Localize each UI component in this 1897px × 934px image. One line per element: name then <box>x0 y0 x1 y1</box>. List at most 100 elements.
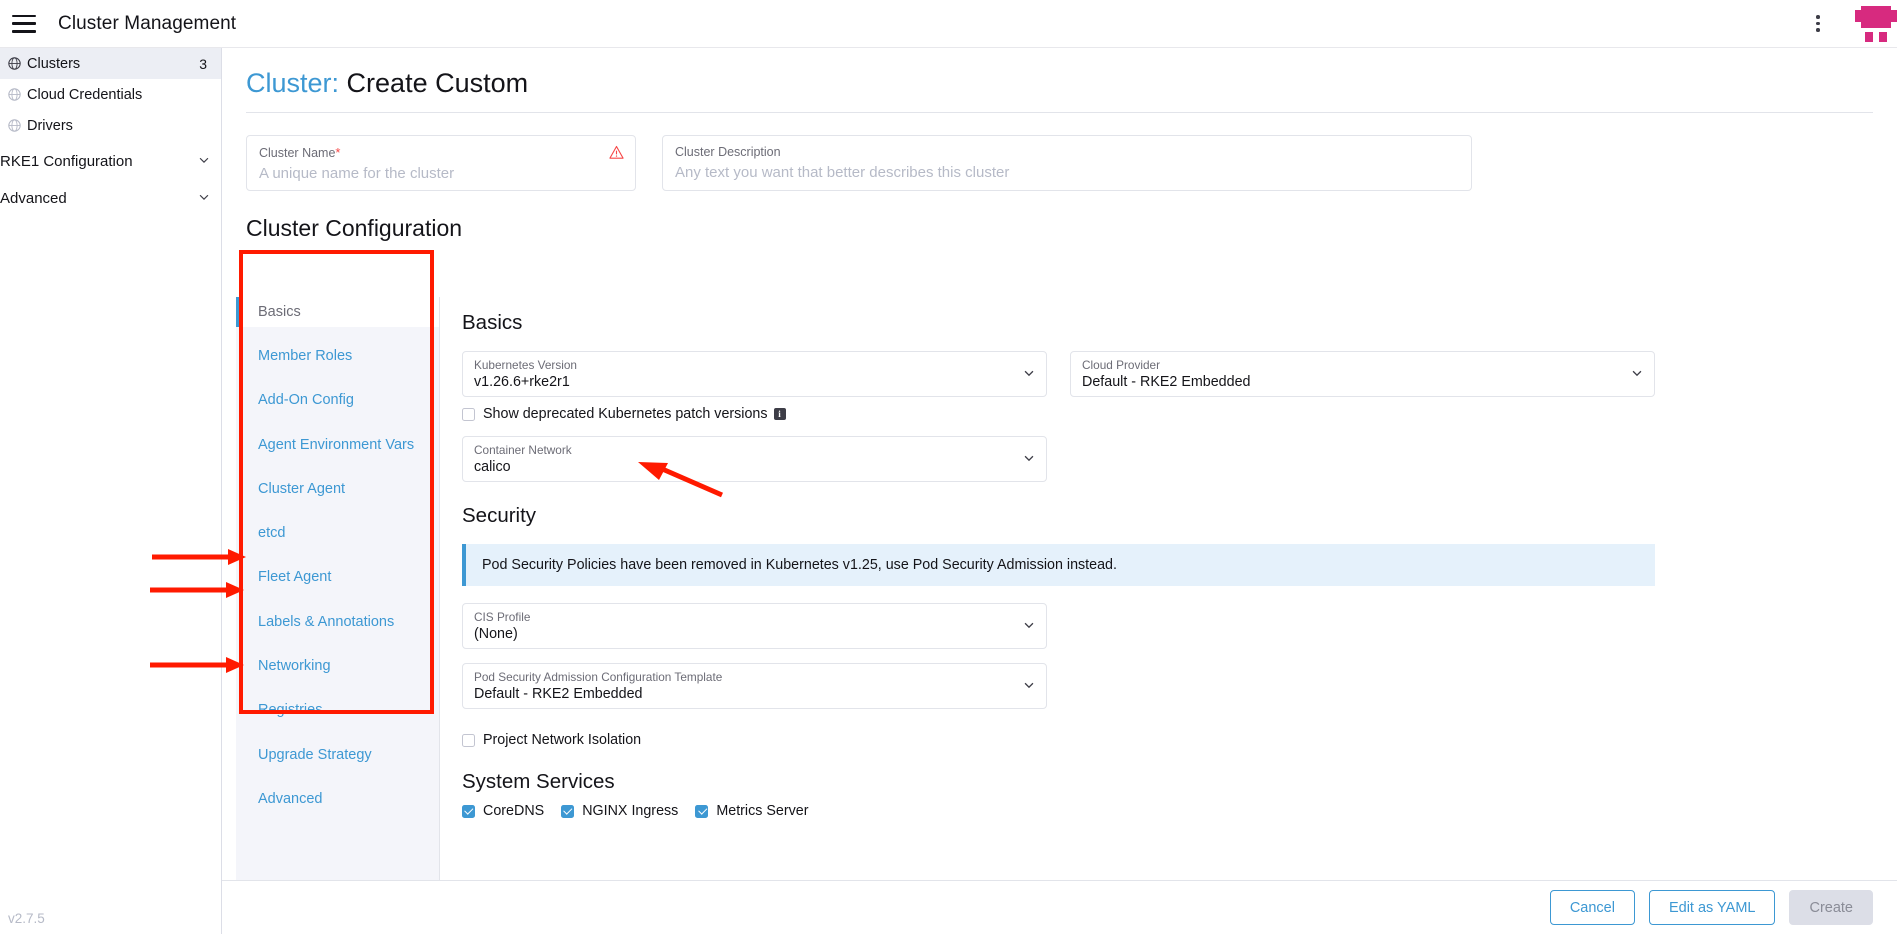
tab-upgrade-strategy[interactable]: Upgrade Strategy <box>236 740 439 770</box>
tab-gap <box>236 327 439 342</box>
kubernetes-version-value: v1.26.6+rke2r1 <box>474 374 570 390</box>
system-service-nginx-ingress[interactable]: NGINX Ingress <box>561 803 678 819</box>
kebab-menu-icon[interactable] <box>1801 7 1835 41</box>
security-heading: Security <box>462 504 537 527</box>
container-network-select[interactable]: Container Network calico <box>462 436 1047 482</box>
container-network-label: Container Network <box>474 443 572 457</box>
metrics-server-checkbox[interactable] <box>695 804 709 818</box>
tab-gap <box>236 415 439 430</box>
cloud-provider-select[interactable]: Cloud Provider Default - RKE2 Embedded <box>1070 351 1655 397</box>
cluster-name-field[interactable]: Cluster Name* A unique name for the clus… <box>246 135 636 191</box>
cluster-description-field[interactable]: Cluster Description Any text you want th… <box>662 135 1472 191</box>
psa-template-select[interactable]: Pod Security Admission Configuration Tem… <box>462 663 1047 709</box>
create-button[interactable]: Create <box>1789 890 1873 925</box>
sidebar-group-advanced[interactable]: Advanced <box>0 182 221 215</box>
cis-profile-value: (None) <box>474 626 518 642</box>
basics-row-2: Container Network calico <box>462 436 1871 482</box>
basics-row-1: Kubernetes Version v1.26.6+rke2r1 Cloud … <box>462 351 1871 397</box>
tab-gap <box>236 459 439 474</box>
tab-basics[interactable]: Basics <box>236 297 439 327</box>
tab-etcd[interactable]: etcd <box>236 518 439 548</box>
chevron-down-icon[interactable] <box>1022 678 1036 697</box>
rancher-logo-icon[interactable] <box>1855 4 1897 44</box>
globe-icon <box>8 57 21 70</box>
sidebar-item-drivers[interactable]: Drivers <box>0 110 221 141</box>
info-icon[interactable]: i <box>773 408 786 420</box>
system-service-metrics-server[interactable]: Metrics Server <box>695 803 808 819</box>
project-network-isolation-label: Project Network Isolation <box>483 732 642 748</box>
psa-template-value: Default - RKE2 Embedded <box>474 686 643 702</box>
tab-registries[interactable]: Registries <box>236 696 439 726</box>
top-header-actions <box>1801 0 1897 48</box>
system-service-coredns[interactable]: CoreDNS <box>462 803 544 819</box>
cloud-provider-value: Default - RKE2 Embedded <box>1082 374 1251 390</box>
cluster-name-label: Cluster Name* <box>259 145 341 160</box>
cis-profile-select[interactable]: CIS Profile (None) <box>462 603 1047 649</box>
top-header-bar: Cluster Management <box>0 0 1897 48</box>
hamburger-icon[interactable] <box>12 14 36 33</box>
coredns-checkbox[interactable] <box>462 804 475 818</box>
left-sidebar: Clusters 3 Cloud Credentials Drivers RKE… <box>0 48 222 934</box>
app-version-label: v2.7.5 <box>8 911 45 926</box>
config-tab-list: Basics Member Roles Add-On Config Agent … <box>236 297 440 934</box>
kubernetes-version-label: Kubernetes Version <box>474 358 577 372</box>
cluster-name-input[interactable]: A unique name for the cluster <box>259 165 623 182</box>
page-title-main: Create Custom <box>346 68 529 98</box>
title-divider <box>246 112 1873 113</box>
show-deprecated-versions-row[interactable]: Show deprecated Kubernetes patch version… <box>462 406 1871 422</box>
tab-gap <box>236 681 439 696</box>
sidebar-group-label: RKE1 Configuration <box>0 153 133 170</box>
chevron-down-icon[interactable] <box>1022 366 1036 385</box>
nginx-ingress-checkbox[interactable] <box>561 804 575 818</box>
warning-triangle-icon <box>609 145 624 163</box>
sidebar-group-label: Advanced <box>0 190 67 207</box>
tab-labels-annotations[interactable]: Labels & Annotations <box>236 607 439 637</box>
chevron-down-icon[interactable] <box>1022 618 1036 637</box>
sidebar-item-clusters[interactable]: Clusters 3 <box>0 48 221 79</box>
psa-template-label: Pod Security Admission Configuration Tem… <box>474 670 723 684</box>
tab-member-roles[interactable]: Member Roles <box>236 341 439 371</box>
project-network-isolation-checkbox[interactable] <box>462 733 475 747</box>
show-deprecated-versions-label: Show deprecated Kubernetes patch version… <box>483 406 768 422</box>
page-title-prefix: Cluster: <box>246 68 340 98</box>
app-root: Cluster Management Clusters 3 Cloud Cred… <box>0 0 1897 934</box>
tab-agent-environment-vars[interactable]: Agent Environment Vars <box>236 430 439 460</box>
project-network-isolation-row[interactable]: Project Network Isolation <box>462 732 1871 748</box>
system-services-heading: System Services <box>462 770 615 793</box>
cluster-identity-form: Cluster Name* A unique name for the clus… <box>246 135 1873 191</box>
tab-gap <box>236 637 439 652</box>
nginx-ingress-label: NGINX Ingress <box>582 803 679 819</box>
sidebar-item-label: Clusters <box>27 55 81 72</box>
chevron-down-icon[interactable] <box>1630 366 1644 385</box>
required-marker: * <box>335 145 341 160</box>
show-deprecated-versions-checkbox[interactable] <box>462 407 475 421</box>
chevron-down-icon[interactable] <box>1022 451 1036 470</box>
sidebar-item-cloud-credentials[interactable]: Cloud Credentials <box>0 79 221 110</box>
sidebar-group-rke1-configuration[interactable]: RKE1 Configuration <box>0 145 221 178</box>
cluster-description-input[interactable]: Any text you want that better describes … <box>675 164 1459 181</box>
chevron-down-icon <box>197 190 211 208</box>
kubernetes-version-select[interactable]: Kubernetes Version v1.26.6+rke2r1 <box>462 351 1047 397</box>
basics-heading: Basics <box>462 311 523 334</box>
globe-icon <box>8 88 21 101</box>
tab-gap <box>236 504 439 519</box>
tab-add-on-config[interactable]: Add-On Config <box>236 386 439 416</box>
cluster-configuration-panel: Basics Member Roles Add-On Config Agent … <box>236 297 1895 934</box>
cluster-configuration-heading: Cluster Configuration <box>246 215 463 241</box>
config-tab-panel-basics: Basics Kubernetes Version v1.26.6+rke2r1… <box>440 297 1895 934</box>
chevron-down-icon <box>197 153 211 171</box>
cancel-button[interactable]: Cancel <box>1549 890 1635 925</box>
sidebar-item-count: 3 <box>199 55 207 72</box>
tab-gap <box>236 769 439 784</box>
tab-fleet-agent[interactable]: Fleet Agent <box>236 563 439 593</box>
tab-gap <box>236 548 439 563</box>
tab-gap <box>236 371 439 386</box>
tab-networking[interactable]: Networking <box>236 651 439 681</box>
cloud-provider-label: Cloud Provider <box>1082 358 1161 372</box>
metrics-server-label: Metrics Server <box>716 803 809 819</box>
container-network-value: calico <box>474 459 511 475</box>
tab-advanced[interactable]: Advanced <box>236 784 439 814</box>
tab-cluster-agent[interactable]: Cluster Agent <box>236 474 439 504</box>
edit-as-yaml-button[interactable]: Edit as YAML <box>1648 890 1776 925</box>
sidebar-item-label: Cloud Credentials <box>27 86 143 103</box>
